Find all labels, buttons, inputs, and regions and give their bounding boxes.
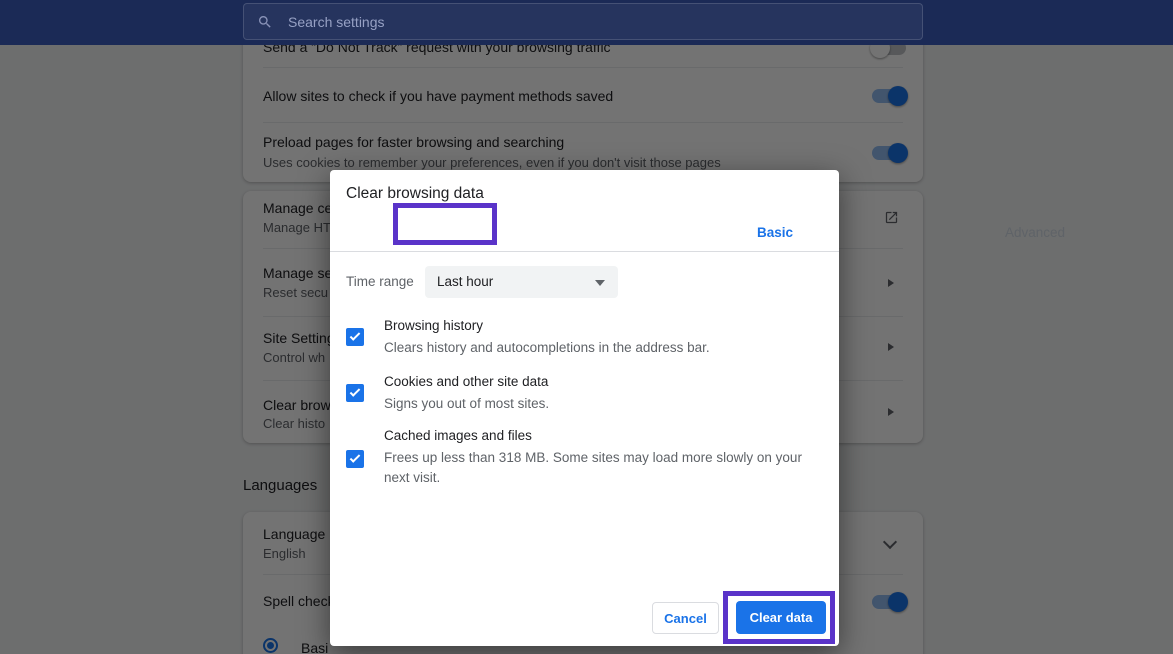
checkbox-cached-images[interactable] xyxy=(346,450,364,468)
dropdown-caret-icon xyxy=(595,280,605,286)
chrome-settings-page: Send a “Do Not Track” request with your … xyxy=(0,0,1173,654)
tab-advanced[interactable]: Advanced xyxy=(960,225,1110,240)
checkbox-cookies[interactable] xyxy=(346,384,364,402)
cookies-label: Cookies and other site data xyxy=(384,374,548,389)
dialog-title: Clear browsing data xyxy=(346,185,484,203)
highlight-box-basic-tab xyxy=(393,203,497,245)
checkbox-browsing-history[interactable] xyxy=(346,328,364,346)
time-range-value: Last hour xyxy=(437,274,493,289)
checkmark-icon xyxy=(350,386,361,397)
time-range-select[interactable]: Last hour xyxy=(425,266,618,298)
cancel-button[interactable]: Cancel xyxy=(652,602,719,634)
search-settings-input[interactable] xyxy=(288,14,922,30)
tab-basic[interactable]: Basic xyxy=(725,225,825,240)
checkmark-icon xyxy=(350,330,361,341)
tabs-divider xyxy=(330,251,839,252)
settings-header xyxy=(0,0,1173,45)
checkmark-icon xyxy=(350,452,361,463)
search-field[interactable] xyxy=(243,3,923,40)
cached-images-label: Cached images and files xyxy=(384,428,532,443)
clear-browsing-data-dialog: Clear browsing data Basic Advanced Time … xyxy=(330,170,839,646)
time-range-label: Time range xyxy=(346,274,414,289)
search-icon xyxy=(257,14,273,30)
highlight-box-clear-data-button xyxy=(723,591,835,644)
cached-images-description: Frees up less than 318 MB. Some sites ma… xyxy=(384,448,829,488)
cookies-description: Signs you out of most sites. xyxy=(384,394,829,414)
browsing-history-description: Clears history and autocompletions in th… xyxy=(384,338,829,358)
browsing-history-label: Browsing history xyxy=(384,318,483,333)
